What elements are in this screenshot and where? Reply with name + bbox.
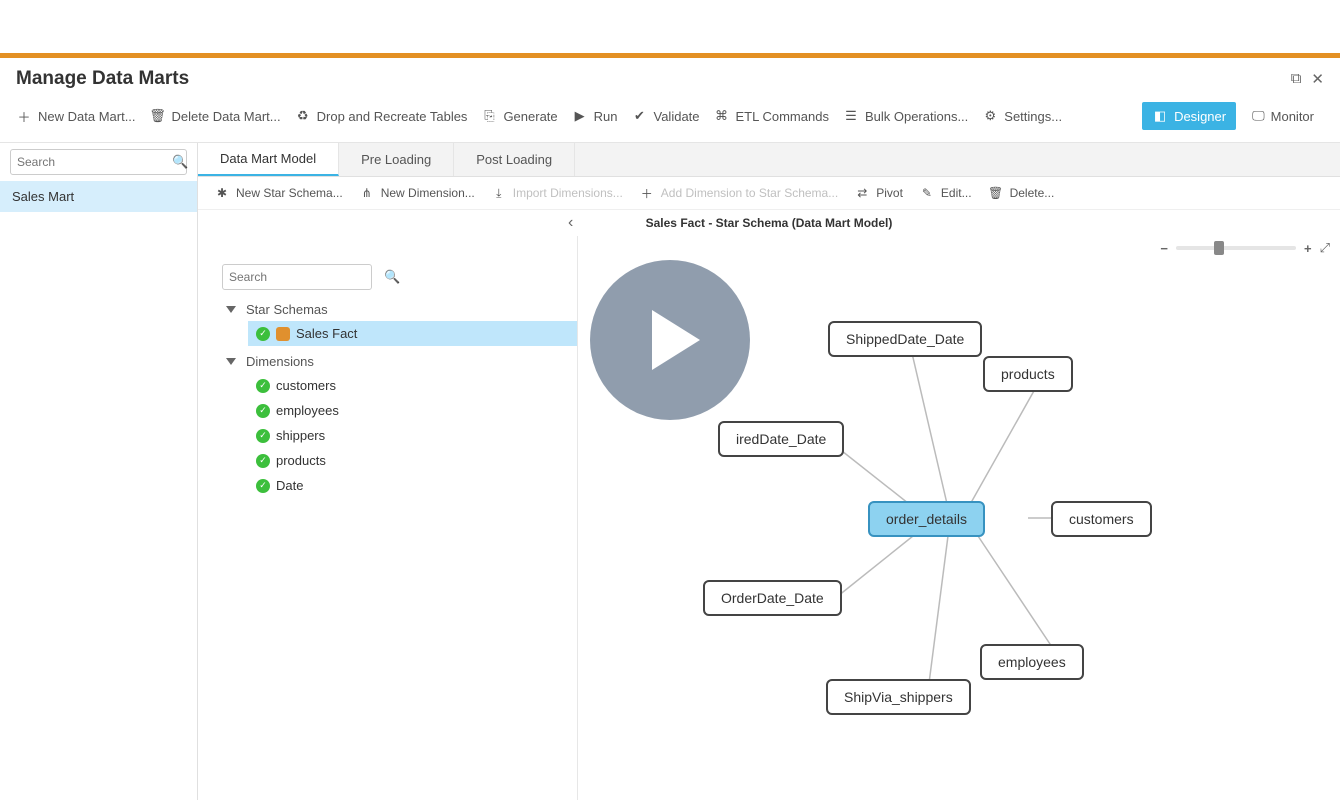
new-data-mart-button[interactable]: ＋New Data Mart... xyxy=(16,108,136,124)
tree-search[interactable]: 🔍 xyxy=(222,264,372,290)
search-input[interactable] xyxy=(17,155,172,169)
dimension-icon: ⋔ xyxy=(359,185,375,201)
data-mart-list-pane: 🔍 Sales Mart xyxy=(0,143,198,800)
run-icon: ▶ xyxy=(572,108,588,124)
status-ok-icon: ✓ xyxy=(256,379,270,393)
etl-commands-button[interactable]: ⌘ETL Commands xyxy=(714,108,829,124)
status-ok-icon: ✓ xyxy=(256,429,270,443)
monitor-mode-button[interactable]: 🖵Monitor xyxy=(1242,102,1324,130)
new-star-schema-button[interactable]: ✱New Star Schema... xyxy=(214,185,343,201)
view-tabs: Data Mart Model Pre Loading Post Loading xyxy=(198,143,1340,177)
diagram-node-shippeddate[interactable]: ShippedDate_Date xyxy=(828,321,982,357)
breadcrumb-back[interactable]: ‹ xyxy=(568,214,573,232)
designer-mode-button[interactable]: ◧Designer xyxy=(1142,102,1236,130)
tab-pre-loading[interactable]: Pre Loading xyxy=(339,143,454,176)
tree-item-employees[interactable]: ✓employees xyxy=(248,398,577,423)
schema-toolbar: ✱New Star Schema... ⋔New Dimension... ⤓I… xyxy=(198,177,1340,210)
page-title: Manage Data Marts xyxy=(16,68,189,90)
gear-icon: ⚙ xyxy=(982,108,998,124)
delete-data-mart-button[interactable]: 🗑Delete Data Mart... xyxy=(150,108,281,124)
schema-tree-pane: 🔍 Star Schemas ✓ Sales Fact xyxy=(198,236,578,800)
breadcrumb: ‹ Sales Fact - Star Schema (Data Mart Mo… xyxy=(198,210,1340,236)
status-ok-icon: ✓ xyxy=(256,479,270,493)
close-icon[interactable]: ✕ xyxy=(1311,70,1324,88)
tree-item-sales-fact[interactable]: ✓ Sales Fact xyxy=(248,321,577,346)
diagram-node-orderdate[interactable]: OrderDate_Date xyxy=(703,580,842,616)
validate-icon: ✔ xyxy=(632,108,648,124)
fact-icon xyxy=(276,327,290,341)
validate-button[interactable]: ✔Validate xyxy=(632,108,700,124)
data-mart-search[interactable]: 🔍 xyxy=(10,149,187,175)
monitor-icon: 🖵 xyxy=(1252,108,1265,124)
search-icon: 🔍 xyxy=(172,154,188,170)
status-ok-icon: ✓ xyxy=(256,327,270,341)
run-button[interactable]: ▶Run xyxy=(572,108,618,124)
tree-search-input[interactable] xyxy=(229,270,384,284)
pivot-button[interactable]: ⇄Pivot xyxy=(854,185,903,201)
import-dimensions-button: ⤓Import Dimensions... xyxy=(491,185,623,201)
status-ok-icon: ✓ xyxy=(256,454,270,468)
edit-icon: ✎ xyxy=(919,185,935,201)
tree-item-customers[interactable]: ✓customers xyxy=(248,373,577,398)
tree-item-date[interactable]: ✓Date xyxy=(248,473,577,498)
diagram-node-shipvia[interactable]: ShipVia_shippers xyxy=(826,679,971,715)
generate-button[interactable]: ⎘Generate xyxy=(481,108,557,124)
etl-icon: ⌘ xyxy=(714,108,730,124)
delete-icon: 🗑 xyxy=(988,185,1004,201)
add-dimension-button: ＋Add Dimension to Star Schema... xyxy=(639,185,838,201)
new-dimension-button[interactable]: ⋔New Dimension... xyxy=(359,185,475,201)
import-icon: ⤓ xyxy=(491,185,507,201)
diagram-node-order-details[interactable]: order_details xyxy=(868,501,985,537)
plus-icon: ＋ xyxy=(16,108,32,124)
collapse-icon xyxy=(226,306,236,313)
bulk-operations-button[interactable]: ☰Bulk Operations... xyxy=(843,108,968,124)
settings-button[interactable]: ⚙Settings... xyxy=(982,108,1062,124)
pivot-icon: ⇄ xyxy=(854,185,870,201)
diagram-node-customers[interactable]: customers xyxy=(1051,501,1152,537)
tree-item-products[interactable]: ✓products xyxy=(248,448,577,473)
tab-post-loading[interactable]: Post Loading xyxy=(454,143,575,176)
diagram-node-requireddate[interactable]: iredDate_Date xyxy=(718,421,844,457)
tree-item-shippers[interactable]: ✓shippers xyxy=(248,423,577,448)
search-icon: 🔍 xyxy=(384,269,400,285)
bulk-icon: ☰ xyxy=(843,108,859,124)
delete-button[interactable]: 🗑Delete... xyxy=(988,185,1055,201)
edit-button[interactable]: ✎Edit... xyxy=(919,185,972,201)
trash-icon: 🗑 xyxy=(150,108,166,124)
tree-group-dimensions[interactable]: Dimensions xyxy=(220,350,577,373)
breadcrumb-text: Sales Fact - Star Schema (Data Mart Mode… xyxy=(646,216,893,230)
star-icon: ✱ xyxy=(214,185,230,201)
status-ok-icon: ✓ xyxy=(256,404,270,418)
recreate-icon: ♻ xyxy=(295,108,311,124)
main-toolbar: ＋New Data Mart... 🗑Delete Data Mart... ♻… xyxy=(0,96,1340,143)
diagram-canvas[interactable]: − + ⤢ ShippedDate_Date products iredDat xyxy=(578,236,1340,800)
tree-group-star-schemas[interactable]: Star Schemas xyxy=(220,298,577,321)
data-mart-item-sales[interactable]: Sales Mart xyxy=(0,181,197,212)
diagram-node-products[interactable]: products xyxy=(983,356,1073,392)
designer-icon: ◧ xyxy=(1152,108,1168,124)
drop-recreate-button[interactable]: ♻Drop and Recreate Tables xyxy=(295,108,468,124)
tab-data-mart-model[interactable]: Data Mart Model xyxy=(198,143,339,176)
diagram-node-employees[interactable]: employees xyxy=(980,644,1084,680)
title-row: Manage Data Marts ⧉ ✕ xyxy=(0,58,1340,96)
add-dim-icon: ＋ xyxy=(639,185,655,201)
generate-icon: ⎘ xyxy=(481,108,497,124)
copy-icon[interactable]: ⧉ xyxy=(1291,70,1302,88)
collapse-icon xyxy=(226,358,236,365)
